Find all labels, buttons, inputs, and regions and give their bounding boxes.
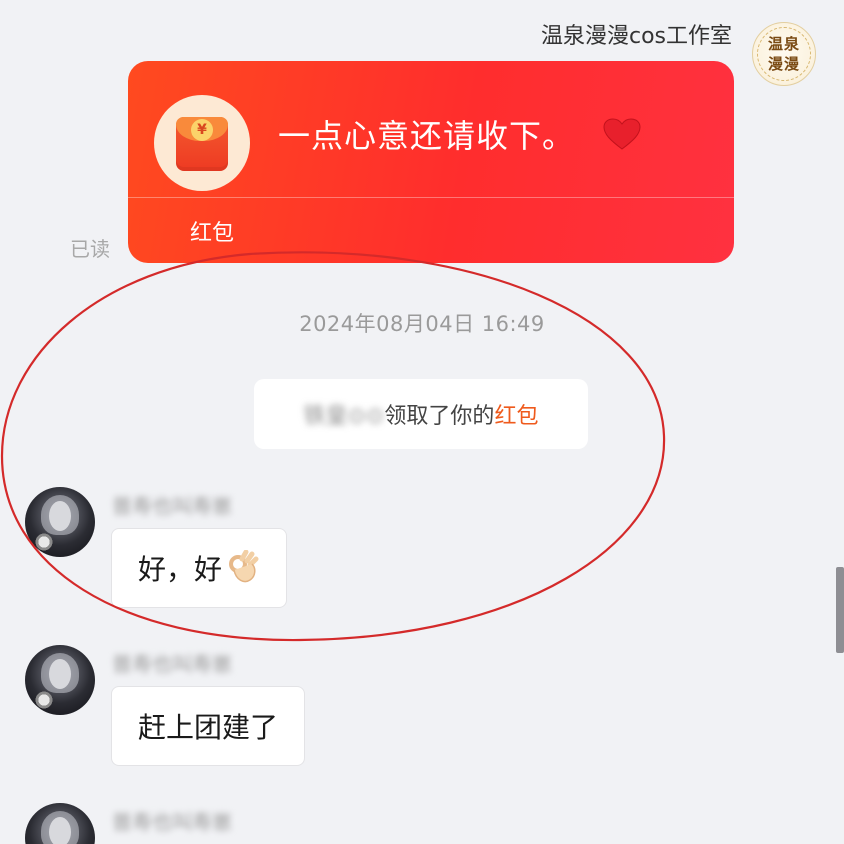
divider [128, 197, 734, 198]
red-packet-link[interactable]: 红包 [494, 398, 538, 430]
ok-hand-icon [229, 550, 259, 583]
read-status: 已读 [70, 237, 110, 261]
scrollbar[interactable] [836, 567, 844, 653]
sender-name: 温泉漫漫cos工作室 [540, 24, 732, 49]
message-bubble[interactable]: 赶上团建了 [111, 686, 306, 766]
contact-nickname: 普寿也叫寿崽 [112, 494, 232, 518]
message-text: 好，好 [138, 553, 223, 586]
red-packet-card[interactable]: ¥ 一点心意还请收下。 红包 [128, 61, 734, 263]
message-bubble[interactable]: 好，好 [111, 528, 288, 608]
timestamp: 2024年08月04日 16:49 [299, 312, 545, 336]
contact-nickname: 普寿也叫寿崽 [112, 810, 232, 834]
contact-avatar[interactable] [25, 487, 95, 557]
blurred-username: 铁皇⊙⊙ [303, 404, 385, 429]
red-packet-icon: ¥ [154, 95, 250, 191]
red-packet-type-label: 红包 [190, 221, 235, 246]
system-notice: 铁皇⊙⊙ 领取了你的 红包 [254, 379, 588, 449]
coin-icon: ¥ [191, 119, 213, 141]
heart-icon [603, 118, 641, 150]
avatar[interactable]: 温泉漫漫 [752, 22, 816, 86]
contact-avatar[interactable] [25, 803, 95, 844]
avatar-logo-text: 温泉漫漫 [767, 35, 800, 73]
contact-avatar[interactable] [25, 645, 95, 715]
red-packet-message: 一点心意还请收下。 [278, 117, 576, 155]
contact-nickname: 普寿也叫寿崽 [112, 652, 232, 676]
notice-text: 领取了你的 [384, 404, 495, 429]
message-text: 赶上团建了 [138, 711, 279, 744]
